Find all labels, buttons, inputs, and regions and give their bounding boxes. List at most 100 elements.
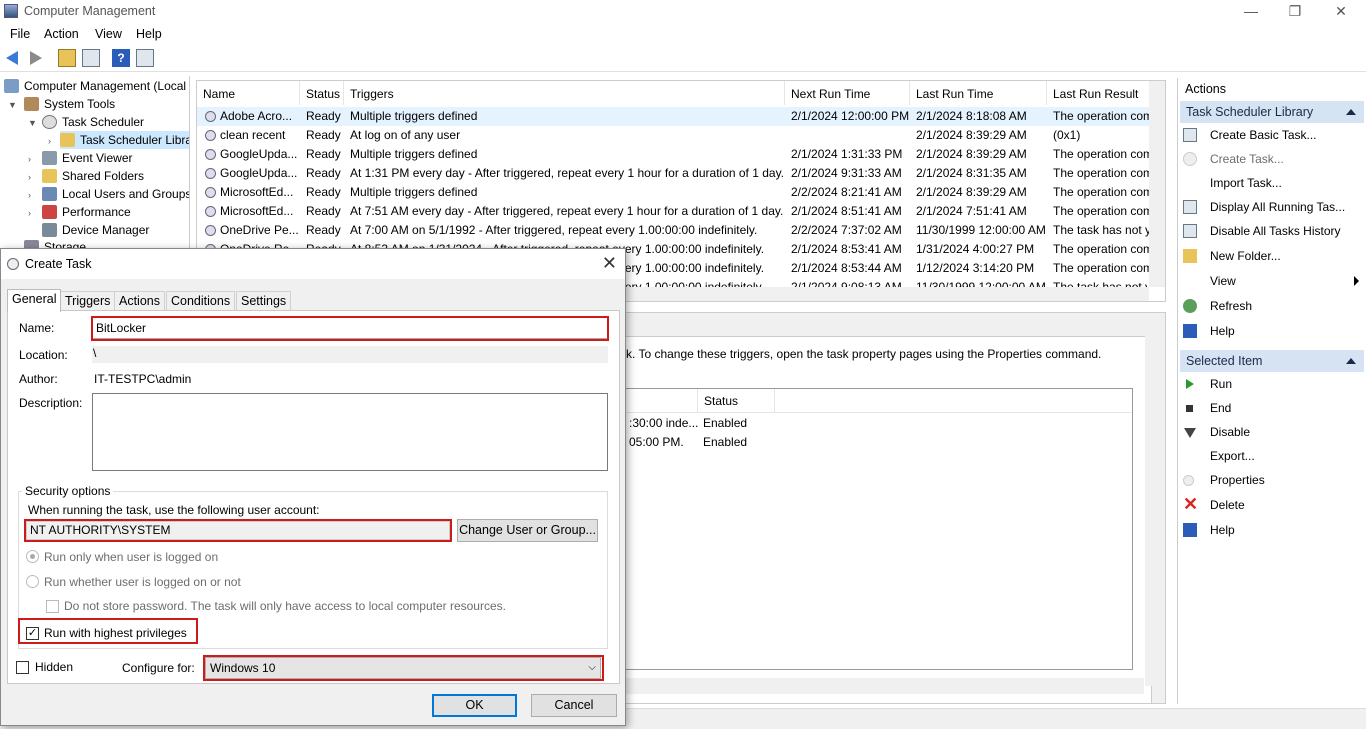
- dialog-titlebar: Create Task ✕: [1, 249, 625, 279]
- help-icon[interactable]: ?: [112, 49, 130, 67]
- restore-button[interactable]: ❐: [1272, 0, 1318, 24]
- chevron-down-icon[interactable]: ▼: [8, 100, 17, 110]
- column-last-run[interactable]: Last Run Time: [910, 81, 1047, 105]
- task-row[interactable]: MicrosoftEd... Ready At 7:51 AM every day …: [197, 202, 1149, 221]
- details-vertical-scrollbar[interactable]: [1145, 336, 1161, 686]
- chevron-down-icon[interactable]: ▼: [28, 118, 37, 128]
- action-import-task[interactable]: Import Task...: [1183, 172, 1363, 194]
- action-help[interactable]: Help: [1183, 320, 1363, 342]
- ok-button[interactable]: OK: [432, 694, 517, 717]
- task-cell-next: 2/1/2024 1:31:33 PM: [791, 147, 903, 161]
- collapse-icon[interactable]: [1346, 109, 1356, 115]
- menu-view[interactable]: View: [95, 27, 122, 41]
- action-create-basic-task[interactable]: Create Basic Task...: [1183, 124, 1363, 146]
- action-disable[interactable]: Disable: [1183, 421, 1363, 443]
- tree-event-viewer[interactable]: Event Viewer: [42, 149, 132, 167]
- task-cell-last: 2/1/2024 8:18:08 AM: [916, 109, 1027, 123]
- task-clock-icon: [205, 206, 216, 217]
- task-cell-name: MicrosoftEd...: [205, 183, 300, 202]
- column-triggers[interactable]: Triggers: [344, 81, 785, 105]
- chevron-right-icon[interactable]: ›: [28, 190, 31, 200]
- column-next-run[interactable]: Next Run Time: [785, 81, 910, 105]
- details-horizontal-scrollbar[interactable]: [626, 678, 1144, 694]
- storage-icon: [24, 240, 39, 248]
- action-refresh[interactable]: Refresh: [1183, 295, 1363, 317]
- trigger-status: Enabled: [703, 416, 748, 430]
- close-window-button[interactable]: ✕: [1318, 0, 1364, 24]
- task-list-vertical-scrollbar[interactable]: [1149, 81, 1165, 287]
- chevron-right-icon[interactable]: ›: [28, 208, 31, 218]
- task-clock-icon: [205, 225, 216, 236]
- tab-actions[interactable]: Actions: [114, 291, 165, 311]
- cancel-button[interactable]: Cancel: [531, 694, 617, 717]
- tab-settings[interactable]: Settings: [236, 291, 292, 311]
- task-row[interactable]: MicrosoftEd... Ready Multiple triggers def…: [197, 183, 1149, 202]
- task-row[interactable]: GoogleUpda... Ready Multiple triggers defi…: [197, 145, 1149, 164]
- menu-action[interactable]: Action: [44, 27, 79, 41]
- up-folder-icon[interactable]: [58, 49, 76, 67]
- tab-general[interactable]: General: [7, 289, 62, 312]
- hidden-label: Hidden: [35, 660, 74, 674]
- section-task-scheduler-library[interactable]: Task Scheduler Library: [1180, 101, 1364, 123]
- action-disable-history[interactable]: Disable All Tasks History: [1183, 220, 1363, 242]
- tree-performance[interactable]: Performance: [42, 203, 131, 221]
- task-row[interactable]: Adobe Acro... Ready Multiple triggers defi…: [197, 107, 1149, 126]
- tree-device-manager[interactable]: Device Manager: [42, 221, 149, 239]
- triggers-status-column[interactable]: Status: [697, 389, 775, 413]
- action-run[interactable]: Run: [1183, 373, 1363, 395]
- column-last-result[interactable]: Last Run Result: [1047, 81, 1151, 105]
- tree-root[interactable]: Computer Management (Local: [4, 77, 186, 95]
- highlight-account: [24, 519, 452, 542]
- change-user-button[interactable]: Change User or Group...: [457, 519, 598, 542]
- task-row[interactable]: OneDrive Pe... Ready At 7:00 AM on 5/1/199…: [197, 221, 1149, 240]
- no-store-password-checkbox[interactable]: [46, 600, 59, 613]
- tree-system-tools[interactable]: System Tools: [24, 95, 115, 113]
- task-row[interactable]: GoogleUpda... Ready At 1:31 PM every day -…: [197, 164, 1149, 183]
- chevron-right-icon[interactable]: ›: [48, 136, 51, 146]
- back-arrow-icon[interactable]: [6, 51, 18, 65]
- collapse-icon[interactable]: [1346, 358, 1356, 364]
- action-display-running[interactable]: Display All Running Tas...: [1183, 196, 1363, 218]
- dialog-close-button[interactable]: ✕: [602, 253, 617, 274]
- radio-logged-on[interactable]: [26, 550, 39, 563]
- tree-storage[interactable]: Storage: [24, 238, 86, 248]
- chevron-right-icon[interactable]: ›: [28, 154, 31, 164]
- tab-triggers[interactable]: Triggers: [60, 291, 116, 311]
- task-clock-icon: [205, 130, 216, 141]
- task-row[interactable]: clean recent Ready At log on of any user 2/…: [197, 126, 1149, 145]
- action-export[interactable]: Export...: [1183, 445, 1363, 467]
- chevron-right-icon[interactable]: ›: [28, 172, 31, 182]
- task-cell-last: 1/12/2024 3:14:20 PM: [916, 261, 1035, 275]
- menu-file[interactable]: File: [10, 27, 30, 41]
- configure-for-label: Configure for:: [122, 661, 195, 675]
- action-new-folder[interactable]: New Folder...: [1183, 245, 1363, 267]
- column-name[interactable]: Name: [197, 81, 300, 105]
- action-help[interactable]: Help: [1183, 519, 1363, 541]
- hidden-checkbox[interactable]: [16, 661, 29, 674]
- tree-shared-folders[interactable]: Shared Folders: [42, 167, 144, 185]
- event-viewer-icon: [42, 151, 57, 165]
- minimize-button[interactable]: —: [1228, 0, 1274, 24]
- tab-conditions[interactable]: Conditions: [166, 291, 236, 311]
- action-view[interactable]: View: [1183, 270, 1363, 292]
- action-properties[interactable]: Properties: [1183, 469, 1363, 491]
- create-task-dialog: Create Task ✕ General Triggers Actions C…: [0, 248, 626, 726]
- task-clock-icon: [205, 149, 216, 160]
- column-status[interactable]: Status: [300, 81, 344, 105]
- forward-arrow-icon[interactable]: [30, 51, 42, 65]
- action-delete[interactable]: ✕ Delete: [1183, 494, 1363, 516]
- section-selected-item[interactable]: Selected Item: [1180, 350, 1364, 372]
- task-cell-next: 2/1/2024 8:53:44 AM: [791, 261, 902, 275]
- tree-local-users[interactable]: Local Users and Groups: [42, 185, 189, 203]
- action-end[interactable]: End: [1183, 397, 1363, 419]
- show-hide-tree-icon[interactable]: [82, 49, 100, 67]
- task-cell-next: 2/1/2024 8:51:41 AM: [791, 204, 902, 218]
- action-create-task[interactable]: Create Task...: [1183, 148, 1363, 170]
- dialog-title: Create Task: [25, 257, 92, 271]
- menu-help[interactable]: Help: [136, 27, 162, 41]
- description-input[interactable]: [92, 393, 608, 471]
- tree-task-scheduler[interactable]: Task Scheduler: [42, 113, 144, 131]
- tree-task-scheduler-library[interactable]: Task Scheduler Libra: [60, 131, 189, 149]
- radio-whether-logged[interactable]: [26, 575, 39, 588]
- show-action-pane-icon[interactable]: [136, 49, 154, 67]
